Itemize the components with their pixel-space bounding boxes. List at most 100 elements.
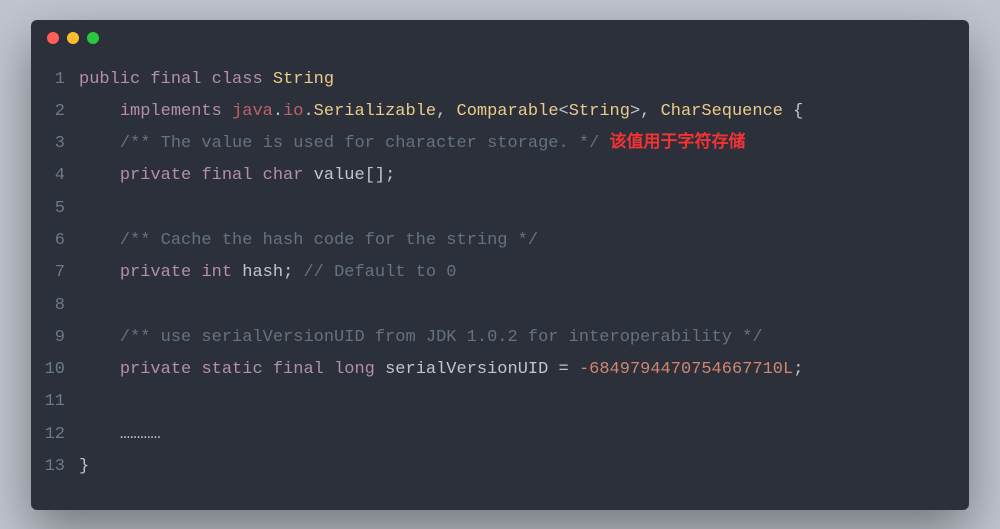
token-cls: CharSequence	[661, 102, 783, 121]
token-cls: Serializable	[314, 102, 436, 121]
line-number: 3	[31, 128, 79, 160]
code-content: /** Cache the hash code for the string *…	[79, 225, 969, 257]
line-number: 11	[31, 386, 79, 418]
line-number: 10	[31, 354, 79, 386]
code-content: implements java.io.Serializable, Compara…	[79, 96, 969, 128]
code-line: 5	[31, 193, 969, 225]
token-plain: >,	[630, 102, 661, 121]
token-plain	[324, 360, 334, 379]
token-plain: ,	[436, 102, 456, 121]
token-ident: serialVersionUID	[385, 360, 548, 379]
line-number: 9	[31, 322, 79, 354]
token-plain	[201, 70, 211, 89]
token-plain	[79, 102, 120, 121]
token-plain: =	[548, 360, 579, 379]
token-plain: {	[783, 102, 803, 121]
token-plain	[375, 360, 385, 379]
code-content: public final class String	[79, 64, 969, 96]
token-cls: String	[569, 102, 630, 121]
token-plain	[263, 70, 273, 89]
token-typ: int	[201, 263, 232, 282]
token-plain	[79, 231, 120, 250]
line-number: 8	[31, 290, 79, 322]
token-comment: /** use serialVersionUID from JDK 1.0.2 …	[120, 328, 763, 347]
code-line: 3 /** The value is used for character st…	[31, 128, 969, 160]
token-typ: char	[263, 166, 304, 185]
line-number: 4	[31, 160, 79, 192]
token-num: -6849794470754667710L	[579, 360, 793, 379]
code-content: private int hash; // Default to 0	[79, 257, 969, 289]
token-kw: implements	[120, 102, 222, 121]
token-comment: // Default to 0	[303, 263, 456, 282]
token-kw: final	[201, 166, 252, 185]
token-plain: .	[273, 102, 283, 121]
code-content	[79, 193, 969, 225]
code-content: }	[79, 451, 969, 483]
token-plain	[140, 70, 150, 89]
maximize-icon[interactable]	[87, 32, 99, 44]
token-plain: <	[559, 102, 569, 121]
token-kw: final	[150, 70, 201, 89]
token-plain	[191, 166, 201, 185]
token-plain	[191, 360, 201, 379]
code-area: 1public final class String2 implements j…	[31, 56, 969, 510]
token-plain: ;	[793, 360, 803, 379]
token-annot: 该值用于字符存储	[610, 134, 746, 153]
token-plain: .	[303, 102, 313, 121]
token-plain	[79, 263, 120, 282]
token-comment: /** The value is used for character stor…	[120, 134, 599, 153]
token-plain	[79, 166, 120, 185]
code-line: 6 /** Cache the hash code for the string…	[31, 225, 969, 257]
token-kw: private	[120, 263, 191, 282]
code-line: 7 private int hash; // Default to 0	[31, 257, 969, 289]
token-ident: value	[314, 166, 365, 185]
token-kw: final	[273, 360, 324, 379]
line-number: 2	[31, 96, 79, 128]
token-reg: java	[232, 102, 273, 121]
line-number: 1	[31, 64, 79, 96]
code-content: …………	[79, 419, 969, 451]
code-line: 12 …………	[31, 419, 969, 451]
line-number: 6	[31, 225, 79, 257]
close-icon[interactable]	[47, 32, 59, 44]
token-kw: private	[120, 360, 191, 379]
token-typ: long	[334, 360, 375, 379]
window-titlebar	[31, 20, 969, 56]
token-kw: static	[201, 360, 262, 379]
line-number: 13	[31, 451, 79, 483]
token-kw: class	[212, 70, 263, 89]
token-ident: …………	[120, 425, 161, 444]
token-cls: String	[273, 70, 334, 89]
code-line: 4 private final char value[];	[31, 160, 969, 192]
minimize-icon[interactable]	[67, 32, 79, 44]
code-line: 1public final class String	[31, 64, 969, 96]
token-plain	[303, 166, 313, 185]
token-plain	[252, 166, 262, 185]
code-line: 9 /** use serialVersionUID from JDK 1.0.…	[31, 322, 969, 354]
token-plain	[79, 360, 120, 379]
code-window: 1public final class String2 implements j…	[31, 20, 969, 510]
token-kw: private	[120, 166, 191, 185]
token-plain	[79, 425, 120, 444]
code-content: /** use serialVersionUID from JDK 1.0.2 …	[79, 322, 969, 354]
token-plain	[79, 134, 120, 153]
code-line: 10 private static final long serialVersi…	[31, 354, 969, 386]
code-line: 2 implements java.io.Serializable, Compa…	[31, 96, 969, 128]
code-line: 13}	[31, 451, 969, 483]
line-number: 12	[31, 419, 79, 451]
code-content	[79, 386, 969, 418]
code-content: private final char value[];	[79, 160, 969, 192]
line-number: 5	[31, 193, 79, 225]
token-plain	[263, 360, 273, 379]
token-plain	[191, 263, 201, 282]
token-plain: [];	[365, 166, 396, 185]
token-reg: io	[283, 102, 303, 121]
code-content: private static final long serialVersionU…	[79, 354, 969, 386]
token-ident: hash	[242, 263, 283, 282]
token-plain	[79, 328, 120, 347]
token-plain	[222, 102, 232, 121]
token-cls: Comparable	[457, 102, 559, 121]
token-plain	[232, 263, 242, 282]
token-kw: public	[79, 70, 140, 89]
code-line: 8	[31, 290, 969, 322]
